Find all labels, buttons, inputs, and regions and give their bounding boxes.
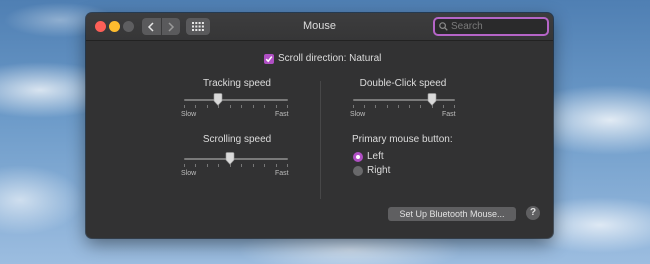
close-button[interactable] <box>95 21 106 32</box>
slider-tick <box>207 105 208 108</box>
checkmark-icon <box>265 55 273 62</box>
set-up-bluetooth-mouse-button[interactable]: Set Up Bluetooth Mouse... <box>388 207 516 221</box>
nav-buttons <box>142 18 180 35</box>
slider-tick <box>195 164 196 167</box>
search-icon <box>439 22 448 31</box>
primary-button-right-label: Right <box>367 165 391 176</box>
slider-tick <box>230 105 231 108</box>
slider-tick <box>253 105 254 108</box>
minimize-button[interactable] <box>109 21 120 32</box>
zoom-button[interactable] <box>123 21 134 32</box>
slider-tick <box>253 164 254 167</box>
primary-button-left-label: Left <box>367 151 384 162</box>
tracking-speed-max-label: Fast <box>275 111 289 118</box>
slider-tick <box>287 164 288 167</box>
chevron-right-icon <box>168 21 174 32</box>
slider-tick <box>264 105 265 108</box>
column-divider <box>320 81 321 199</box>
slider-track[interactable] <box>184 158 288 160</box>
radio-selected-indicator[interactable] <box>353 151 363 162</box>
forward-button[interactable] <box>160 18 181 35</box>
slider-tick <box>241 164 242 167</box>
title-bar: Mouse <box>86 13 553 41</box>
tracking-speed-min-label: Slow <box>181 111 197 118</box>
slider-tick <box>387 105 388 108</box>
slider-ticks <box>353 105 455 109</box>
slider-thumb[interactable] <box>213 93 223 106</box>
double-click-speed-min-label: Slow <box>350 111 366 118</box>
slider-track[interactable] <box>184 99 288 101</box>
primary-mouse-button-label: Primary mouse button: <box>352 134 453 145</box>
scroll-direction-row[interactable]: Scroll direction: Natural <box>264 53 381 64</box>
slider-tick <box>398 105 399 108</box>
slider-tick <box>241 105 242 108</box>
show-all-button[interactable] <box>186 18 210 35</box>
slider-thumb[interactable] <box>427 93 437 106</box>
slider-ticks <box>184 105 288 109</box>
grid-icon <box>192 22 204 31</box>
slider-tick <box>184 105 185 108</box>
mouse-preferences-window: Mouse Scroll direction: Natural Tracking… <box>86 13 553 238</box>
back-button[interactable] <box>142 18 161 35</box>
slider-tick <box>409 105 410 108</box>
slider-track[interactable] <box>353 99 455 101</box>
slider-tick <box>375 105 376 108</box>
slider-tick <box>207 164 208 167</box>
slider-thumb[interactable] <box>225 152 235 165</box>
double-click-speed-max-label: Fast <box>442 111 456 118</box>
chevron-left-icon <box>148 21 154 32</box>
double-click-speed-label: Double-Click speed <box>359 78 447 89</box>
help-button[interactable]: ? <box>526 206 540 220</box>
slider-tick <box>364 105 365 108</box>
slider-tick <box>276 105 277 108</box>
slider-tick <box>276 164 277 167</box>
slider-tick <box>195 105 196 108</box>
scrolling-speed-label: Scrolling speed <box>202 134 272 145</box>
slider-tick <box>420 105 421 108</box>
scrolling-speed-max-label: Fast <box>275 170 289 177</box>
slider-tick <box>184 164 185 167</box>
radio-unselected-indicator[interactable] <box>353 165 363 176</box>
search-input[interactable] <box>451 21 541 32</box>
slider-tick <box>443 105 444 108</box>
slider-tick <box>287 105 288 108</box>
primary-button-left-radio[interactable]: Left <box>353 151 384 162</box>
scroll-direction-label: Scroll direction: Natural <box>278 53 382 64</box>
primary-button-right-radio[interactable]: Right <box>353 165 390 176</box>
search-field[interactable] <box>433 17 549 36</box>
scrolling-speed-min-label: Slow <box>181 170 197 177</box>
slider-tick <box>264 164 265 167</box>
slider-ticks <box>184 164 288 168</box>
tracking-speed-label: Tracking speed <box>203 78 271 89</box>
slider-tick <box>353 105 354 108</box>
slider-tick <box>218 164 219 167</box>
slider-tick <box>454 105 455 108</box>
scroll-direction-checkbox[interactable] <box>264 53 274 64</box>
